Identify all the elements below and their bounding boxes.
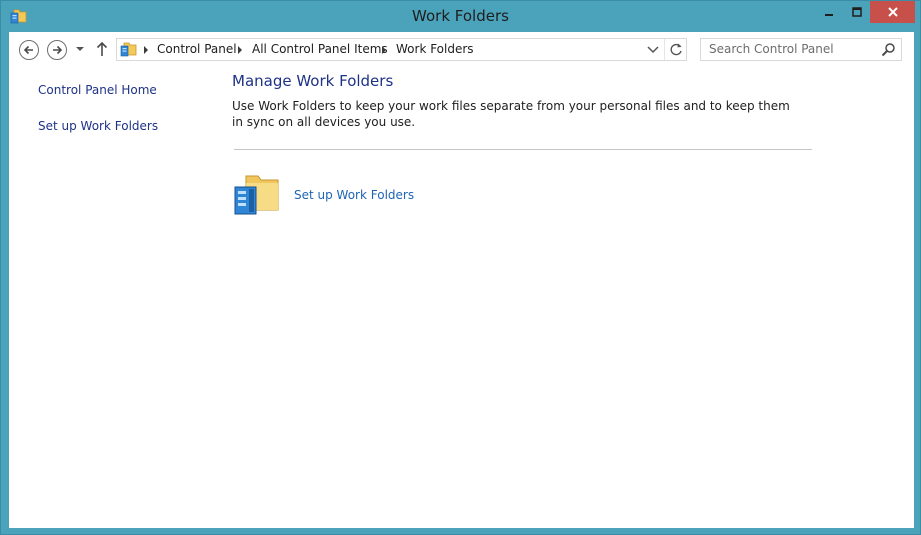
forward-button[interactable] xyxy=(47,40,67,60)
navigation-bar: Control Panel All Control Panel Items Wo… xyxy=(9,32,914,67)
set-up-work-folders-link[interactable]: Set up Work Folders xyxy=(294,188,414,202)
search-icon[interactable] xyxy=(881,42,896,57)
breadcrumb-separator-icon[interactable] xyxy=(238,46,242,54)
control-panel-icon xyxy=(120,42,137,57)
breadcrumb-control-panel[interactable]: Control Panel xyxy=(157,42,237,56)
address-bar-divider xyxy=(664,39,665,60)
sidebar-item-control-panel-home[interactable]: Control Panel Home xyxy=(38,83,157,97)
chevron-down-icon[interactable] xyxy=(645,41,661,58)
breadcrumb-all-items[interactable]: All Control Panel Items xyxy=(252,42,388,56)
sidebar-item-set-up-work-folders[interactable]: Set up Work Folders xyxy=(38,119,158,133)
back-button[interactable] xyxy=(19,40,39,60)
recent-locations-button[interactable] xyxy=(76,45,84,53)
main-pane: Manage Work Folders Use Work Folders to … xyxy=(232,67,914,528)
back-arrow-icon xyxy=(23,45,33,55)
page-title: Manage Work Folders xyxy=(232,72,394,90)
maximize-icon xyxy=(852,7,862,17)
work-folders-icon[interactable] xyxy=(232,171,280,219)
window: Work Folders Control Panel All Control P… xyxy=(0,0,921,535)
refresh-icon[interactable] xyxy=(668,41,685,58)
breadcrumb-separator-icon[interactable] xyxy=(382,46,386,54)
search-input[interactable]: Search Control Panel xyxy=(700,38,902,61)
search-placeholder: Search Control Panel xyxy=(709,42,834,56)
breadcrumb-separator-icon[interactable] xyxy=(144,46,148,54)
forward-arrow-icon xyxy=(53,45,63,55)
close-icon xyxy=(887,7,898,17)
minimize-button[interactable] xyxy=(816,1,842,23)
close-button[interactable] xyxy=(870,1,915,23)
address-bar[interactable]: Control Panel All Control Panel Items Wo… xyxy=(116,38,687,61)
window-title: Work Folders xyxy=(412,7,509,25)
title-bar[interactable]: Work Folders xyxy=(1,1,920,32)
window-content: Control Panel All Control Panel Items Wo… xyxy=(9,32,914,528)
page-description: Use Work Folders to keep your work files… xyxy=(232,99,790,129)
up-arrow-icon[interactable] xyxy=(96,41,108,57)
left-pane: Control Panel Home Set up Work Folders xyxy=(9,67,219,528)
breadcrumb-work-folders[interactable]: Work Folders xyxy=(396,42,474,56)
maximize-button[interactable] xyxy=(844,1,870,23)
minimize-icon xyxy=(825,14,833,16)
divider xyxy=(234,149,812,150)
